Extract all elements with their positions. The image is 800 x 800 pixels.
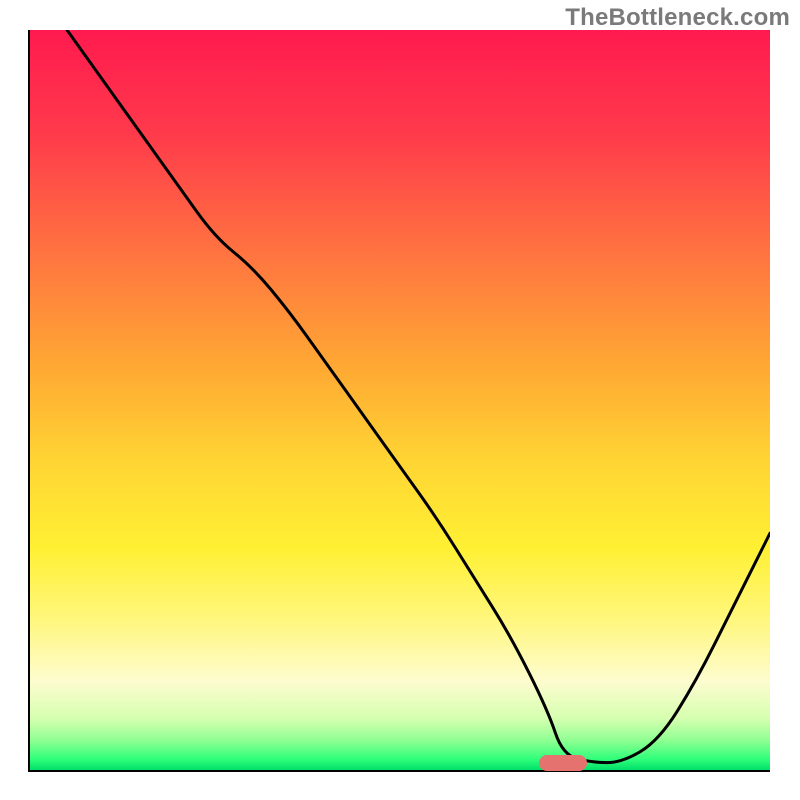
plot-gradient-background xyxy=(30,30,770,770)
watermark-text: TheBottleneck.com xyxy=(565,4,790,32)
optimal-point-marker xyxy=(539,755,587,771)
y-axis-line xyxy=(28,30,30,772)
chart-canvas: TheBottleneck.com xyxy=(0,0,800,800)
x-axis-line xyxy=(30,770,770,772)
